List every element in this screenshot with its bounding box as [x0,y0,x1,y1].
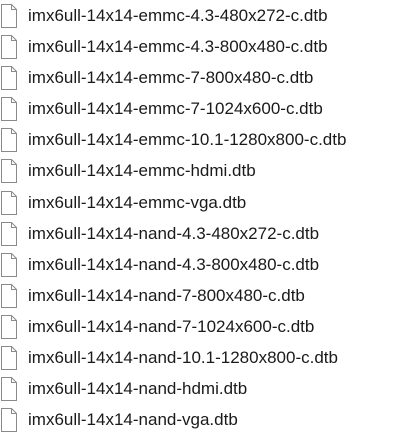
document-icon [0,407,18,433]
file-item[interactable]: imx6ull-14x14-emmc-4.3-480x272-c.dtb [0,0,403,32]
file-name: imx6ull-14x14-nand-4.3-800x480-c.dtb [28,255,320,274]
document-icon [0,376,18,402]
file-name: imx6ull-14x14-emmc-4.3-800x480-c.dtb [28,37,328,56]
file-name: imx6ull-14x14-emmc-7-800x480-c.dtb [28,68,314,87]
file-name: imx6ull-14x14-nand-vga.dtb [28,410,238,429]
file-name: imx6ull-14x14-emmc-vga.dtb [28,193,247,212]
document-icon [0,127,18,153]
file-item[interactable]: imx6ull-14x14-emmc-4.3-800x480-c.dtb [0,31,403,63]
file-item[interactable]: imx6ull-14x14-nand-hdmi.dtb [0,373,403,405]
file-name: imx6ull-14x14-emmc-4.3-480x272-c.dtb [28,6,328,25]
document-icon [0,314,18,340]
file-item[interactable]: imx6ull-14x14-emmc-10.1-1280x800-c.dtb [0,124,403,156]
file-item[interactable]: imx6ull-14x14-emmc-7-800x480-c.dtb [0,62,403,94]
file-name: imx6ull-14x14-emmc-hdmi.dtb [28,161,256,180]
file-item[interactable]: imx6ull-14x14-nand-4.3-480x272-c.dtb [0,218,403,250]
file-name: imx6ull-14x14-nand-4.3-480x272-c.dtb [28,224,320,243]
file-item[interactable]: imx6ull-14x14-emmc-hdmi.dtb [0,155,403,187]
file-name: imx6ull-14x14-emmc-7-1024x600-c.dtb [28,99,323,118]
file-name: imx6ull-14x14-nand-hdmi.dtb [28,379,248,398]
file-name: imx6ull-14x14-emmc-10.1-1280x800-c.dtb [28,130,347,149]
file-name: imx6ull-14x14-nand-10.1-1280x800-c.dtb [28,348,338,367]
file-list: imx6ull-14x14-emmc-4.3-480x272-c.dtb imx… [0,0,403,438]
file-item[interactable]: imx6ull-14x14-nand-7-1024x600-c.dtb [0,311,403,343]
document-icon [0,65,18,91]
file-item[interactable]: imx6ull-14x14-emmc-vga.dtb [0,187,403,219]
file-item[interactable]: imx6ull-14x14-nand-vga.dtb [0,404,403,436]
file-item[interactable]: imx6ull-14x14-nand-10.1-1280x800-c.dtb [0,342,403,374]
file-name: imx6ull-14x14-nand-7-1024x600-c.dtb [28,317,315,336]
document-icon [0,96,18,122]
file-item[interactable]: imx6ull-14x14-nand-7-800x480-c.dtb [0,280,403,312]
document-icon [0,283,18,309]
document-icon [0,190,18,216]
document-icon [0,252,18,278]
document-icon [0,345,18,371]
file-name: imx6ull-14x14-nand-7-800x480-c.dtb [28,286,305,305]
document-icon [0,158,18,184]
document-icon [0,3,18,29]
document-icon [0,34,18,60]
document-icon [0,221,18,247]
file-item[interactable]: imx6ull-14x14-emmc-7-1024x600-c.dtb [0,93,403,125]
file-item[interactable]: imx6ull-14x14-nand-4.3-800x480-c.dtb [0,249,403,281]
